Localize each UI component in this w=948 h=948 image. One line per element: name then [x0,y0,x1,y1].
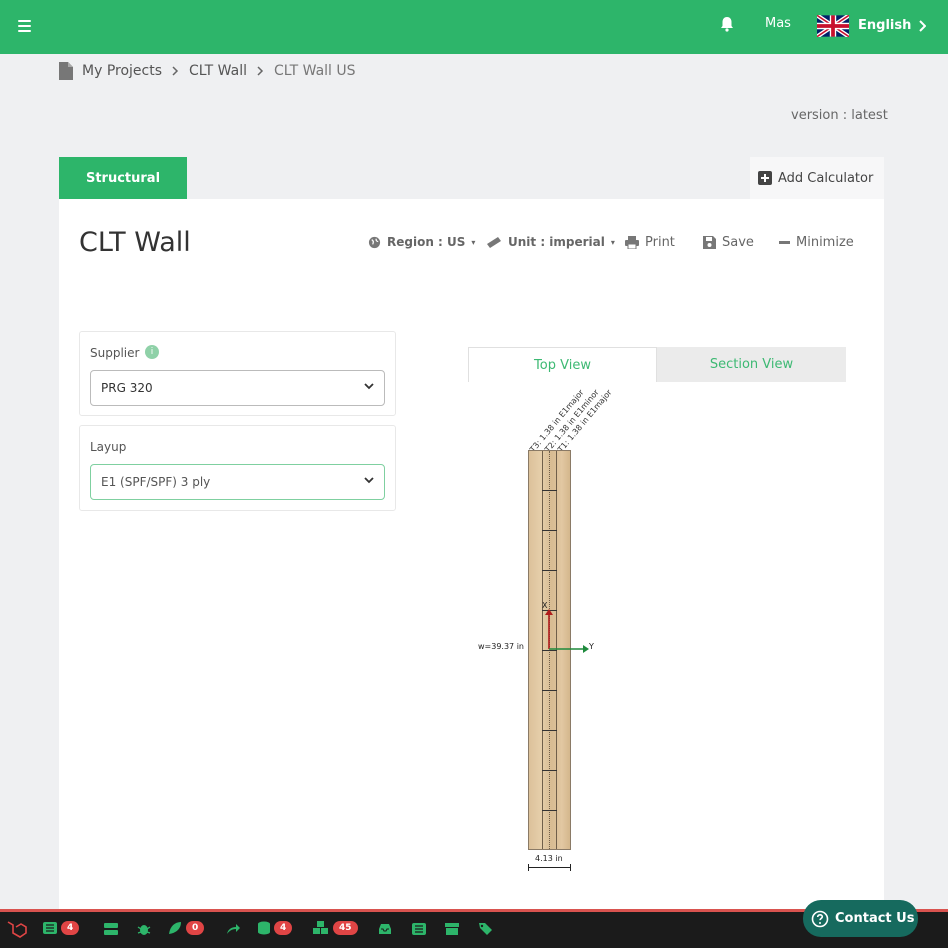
thickness-dimension-line [528,864,571,871]
database-icon [258,921,270,935]
print-button[interactable]: Print [625,235,675,250]
breadcrumb-my-projects[interactable]: My Projects [82,63,162,79]
top-navbar: Mas English [0,0,948,54]
version-label: version : latest [791,108,888,123]
uk-flag-icon[interactable] [817,15,849,37]
breadcrumb-current: CLT Wall US [273,63,356,79]
cubes-icon [313,921,328,934]
document-icon [59,62,73,80]
bug-icon[interactable] [137,922,151,936]
view-tabs: Top View Section View [468,347,848,382]
add-calculator-button[interactable]: Add Calculator [750,157,884,199]
chevron-right-icon [257,66,264,76]
share-icon[interactable] [226,923,240,935]
chevron-right-icon [172,66,179,76]
caret-down-icon: ▾ [471,237,476,247]
page-title: CLT Wall [79,227,191,258]
server-icon[interactable] [104,923,118,936]
supplier-field: Supplier i PRG 320 [79,331,396,416]
question-circle-icon [811,910,829,927]
axis-y-label: Y [589,642,594,651]
unit-label: Unit : imperial [508,235,605,249]
ruler-icon [487,237,501,248]
plus-square-icon [758,171,772,185]
print-label: Print [645,235,675,250]
debug-messages[interactable]: 4 [43,921,80,935]
inbox-icon[interactable] [378,923,392,935]
breadcrumb-clt-wall[interactable]: CLT Wall [189,63,247,79]
caret-down-icon: ▾ [610,237,615,247]
models-count: 45 [333,921,358,935]
contact-us-button[interactable]: Contact Us [803,900,918,937]
supplier-select[interactable]: PRG 320 [90,370,385,406]
hamburger-menu-icon[interactable] [18,17,32,35]
printer-icon [625,236,639,249]
save-button[interactable]: Save [703,235,754,250]
bell-icon[interactable] [720,16,734,32]
laravel-logo-icon[interactable] [6,918,28,940]
supplier-label: Supplier [90,346,140,360]
list-icon [43,922,57,934]
leaf-count: 0 [186,921,205,935]
tags-icon[interactable] [478,922,493,936]
minus-icon [779,241,790,244]
user-name[interactable]: Mas [765,16,791,31]
contact-us-label: Contact Us [835,911,915,926]
supplier-value: PRG 320 [101,381,153,395]
archive-icon[interactable] [445,923,459,935]
tab-section-view[interactable]: Section View [657,347,846,382]
breadcrumb: My Projects CLT Wall CLT Wall US [58,61,356,81]
save-label: Save [722,235,754,250]
layup-value: E1 (SPF/SPF) 3 ply [101,475,211,489]
minimize-label: Minimize [796,235,854,250]
info-icon[interactable]: i [145,345,159,359]
region-dropdown[interactable]: Region : US ▾ [368,235,475,249]
region-label: Region : US [387,235,466,249]
language-selector[interactable]: English [858,18,911,33]
chevron-down-icon [364,383,374,390]
unit-dropdown[interactable]: Unit : imperial ▾ [486,235,615,249]
list-alt-icon[interactable] [412,923,426,935]
debug-database[interactable]: 4 [258,921,293,935]
leaf-icon [169,922,181,934]
axis-arrows [545,609,589,653]
floppy-disk-icon [703,236,716,249]
messages-count: 4 [61,921,80,935]
layup-select[interactable]: E1 (SPF/SPF) 3 ply [90,464,385,500]
axis-x-label: X [542,601,548,610]
globe-icon [368,236,381,248]
width-dimension: w=39.37 in [478,642,524,651]
tab-top-view[interactable]: Top View [468,347,657,382]
calculator-card: CLT Wall Region : US ▾ Unit : imperial ▾… [59,199,884,911]
layup-label: Layup [90,440,127,454]
minimize-button[interactable]: Minimize [779,235,854,250]
database-count: 4 [274,921,293,935]
debug-leaf[interactable]: 0 [168,921,205,935]
tab-structural[interactable]: Structural [59,157,187,199]
thickness-dimension: 4.13 in [535,854,563,863]
add-calculator-label: Add Calculator [778,170,874,186]
chevron-right-icon[interactable] [918,20,926,32]
debug-models[interactable]: 45 [313,921,358,935]
chevron-down-icon [364,477,374,484]
layup-field: Layup E1 (SPF/SPF) 3 ply [79,425,396,511]
